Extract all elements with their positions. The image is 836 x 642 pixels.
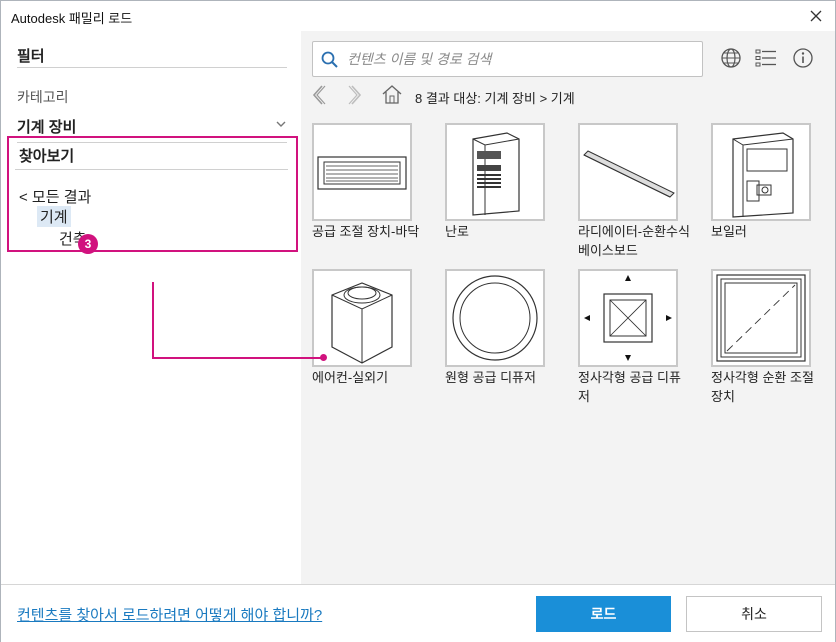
family-tile[interactable] [711,269,811,367]
tile-label: 보일러 [711,224,747,239]
family-tile[interactable] [711,123,811,221]
callout-line [152,282,154,359]
back-arrow-icon[interactable] [311,84,327,106]
divider [17,67,287,68]
callout-dot [320,354,327,361]
family-tile[interactable] [445,269,545,367]
category-dropdown[interactable]: 기계 장비 [17,116,76,137]
tile-label: 원형 공급 디퓨저 [445,370,536,385]
home-icon[interactable] [381,83,403,105]
all-results-link[interactable]: < 모든 결과 [19,186,91,207]
load-button[interactable]: 로드 [536,596,671,632]
callout-line [152,357,324,359]
furnace-cabinet-icon [472,132,520,216]
round-diffuser-icon [452,275,538,361]
tile-label: 공급 조절 장치-바닥 [312,224,420,239]
family-tile[interactable] [578,269,678,367]
square-return-register-icon [716,274,806,362]
info-icon[interactable] [792,47,814,69]
family-tile[interactable] [578,123,678,221]
tile-label: 정사각형 순환 조절 장치 [711,370,814,404]
baseboard-radiator-icon [583,150,675,198]
floor-register-grille-icon [317,156,407,190]
category-label: 카테고리 [17,89,69,105]
globe-icon[interactable] [720,47,742,69]
filter-panel: 필터 카테고리 기계 장비 [1,31,301,584]
family-tile[interactable] [312,269,412,367]
search-icon [321,51,338,68]
divider [15,169,288,170]
callout-badge: 3 [78,234,98,254]
content-panel: 8 결과 대상: 기계 장비 > 기계 공급 조절 장치-바닥 난로 [301,31,835,584]
browse-section: 찾아보기 < 모든 결과 기계 건축 [7,136,298,252]
tile-label: 에어컨-실외기 [312,370,389,385]
tile-label: 라디에이터-순환수식 베이스보드 [578,224,690,258]
help-link[interactable]: 컨텐츠를 찾아서 로드하려면 어떻게 해야 합니까? [17,604,322,625]
title-bar: Autodesk 패밀리 로드 [1,1,835,31]
footer: 컨텐츠를 찾아서 로드하려면 어떻게 해야 합니까? 로드 취소 [1,584,835,642]
family-tile[interactable] [312,123,412,221]
list-view-icon[interactable] [755,47,777,69]
window-title: Autodesk 패밀리 로드 [11,11,133,26]
cancel-button[interactable]: 취소 [686,596,822,632]
breadcrumb: 8 결과 대상: 기계 장비 > 기계 [415,91,575,106]
close-icon[interactable] [801,1,831,31]
search-input[interactable] [347,42,697,76]
search-box [312,41,703,77]
outdoor-condenser-icon [331,282,393,364]
square-supply-diffuser-icon [584,275,672,361]
chevron-down-icon[interactable] [275,119,287,129]
boiler-icon [732,132,794,218]
forward-arrow-icon[interactable] [347,84,363,106]
tile-label: 난로 [445,224,469,239]
family-load-dialog: Autodesk 패밀리 로드 필터 카테고리 기계 장비 찾아보기 < 모든 … [0,0,836,642]
tile-label: 정사각형 공급 디퓨저 [578,370,681,404]
filter-heading: 필터 [17,48,45,65]
browse-heading: 찾아보기 [19,148,75,165]
nav-item-mechanical[interactable]: 기계 [37,206,71,227]
family-tile[interactable] [445,123,545,221]
